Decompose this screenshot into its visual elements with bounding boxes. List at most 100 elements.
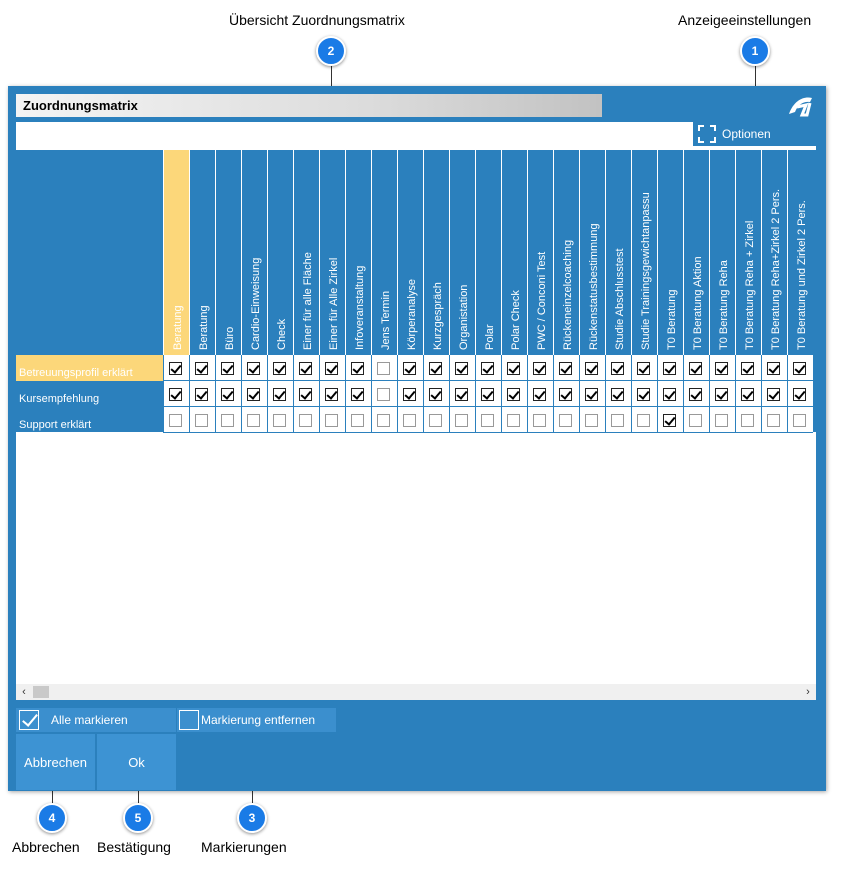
checkbox-unchecked[interactable] xyxy=(429,414,442,427)
column-header[interactable]: Polar xyxy=(475,150,501,355)
checkbox-checked[interactable] xyxy=(741,362,754,375)
column-header[interactable]: Jens Termin xyxy=(371,150,397,355)
checkbox-checked[interactable] xyxy=(221,362,234,375)
checkbox-checked[interactable] xyxy=(455,362,468,375)
checkbox-unchecked[interactable] xyxy=(637,414,650,427)
checkbox-checked[interactable] xyxy=(715,362,728,375)
checkbox-unchecked[interactable] xyxy=(611,414,624,427)
checkbox-checked[interactable] xyxy=(533,362,546,375)
checkbox-unchecked[interactable] xyxy=(377,362,390,375)
column-header[interactable]: Studie Abschlusstest xyxy=(605,150,631,355)
remove-marks-button[interactable]: Markierung entfernen xyxy=(176,708,336,732)
checkbox-checked[interactable] xyxy=(767,362,780,375)
checkbox-checked[interactable] xyxy=(325,362,338,375)
checkbox-checked[interactable] xyxy=(169,388,182,401)
checkbox-unchecked[interactable] xyxy=(559,414,572,427)
column-header[interactable]: Rückenstatusbestimmung xyxy=(579,150,605,355)
checkbox-checked[interactable] xyxy=(611,388,624,401)
cancel-button[interactable]: Abbrechen xyxy=(16,734,95,790)
column-header[interactable]: T0 Beratung Reha + Zirkel xyxy=(735,150,761,355)
checkbox-checked[interactable] xyxy=(637,362,650,375)
checkbox-unchecked[interactable] xyxy=(273,414,286,427)
checkbox-unchecked[interactable] xyxy=(299,414,312,427)
checkbox-checked[interactable] xyxy=(403,388,416,401)
options-button[interactable]: Optionen xyxy=(693,122,824,146)
checkbox-checked[interactable] xyxy=(195,362,208,375)
checkbox-checked[interactable] xyxy=(481,362,494,375)
row-label[interactable]: Support erklärt xyxy=(16,407,163,433)
checkbox-checked[interactable] xyxy=(663,362,676,375)
checkbox-checked[interactable] xyxy=(585,388,598,401)
checkbox-checked[interactable] xyxy=(507,388,520,401)
checkbox-unchecked[interactable] xyxy=(533,414,546,427)
column-header[interactable]: Studie Trainingsgewichtanpassu xyxy=(631,150,657,355)
checkbox-checked[interactable] xyxy=(637,388,650,401)
horizontal-scrollbar[interactable]: ‹ › xyxy=(16,684,816,700)
checkbox-checked[interactable] xyxy=(533,388,546,401)
column-header[interactable]: Einer für Alle Zirkel xyxy=(319,150,345,355)
checkbox-checked[interactable] xyxy=(273,362,286,375)
checkbox-checked[interactable] xyxy=(247,362,260,375)
column-header[interactable]: Büro xyxy=(215,150,241,355)
column-header[interactable]: Infoveranstaltung xyxy=(345,150,371,355)
checkbox-unchecked[interactable] xyxy=(455,414,468,427)
scroll-left-arrow-icon[interactable]: ‹ xyxy=(16,684,32,700)
mark-all-button[interactable]: Alle markieren xyxy=(16,708,176,732)
checkbox-checked[interactable] xyxy=(299,362,312,375)
column-header[interactable]: Körperanalyse xyxy=(397,150,423,355)
checkbox-unchecked[interactable] xyxy=(351,414,364,427)
checkbox-unchecked[interactable] xyxy=(169,414,182,427)
checkbox-checked[interactable] xyxy=(273,388,286,401)
column-header[interactable]: T0 Beratung xyxy=(657,150,683,355)
checkbox-checked[interactable] xyxy=(169,362,182,375)
checkbox-unchecked[interactable] xyxy=(403,414,416,427)
column-header[interactable]: Beratung xyxy=(163,150,189,355)
checkbox-checked[interactable] xyxy=(455,388,468,401)
column-header[interactable]: T0 Beratung Aktion xyxy=(683,150,709,355)
column-header[interactable]: Cardio-Einweisung xyxy=(241,150,267,355)
checkbox-checked[interactable] xyxy=(351,362,364,375)
checkbox-checked[interactable] xyxy=(611,362,624,375)
column-header[interactable]: Organistation xyxy=(449,150,475,355)
checkbox-unchecked[interactable] xyxy=(585,414,598,427)
column-header[interactable]: Rückeneinzelcoaching xyxy=(553,150,579,355)
checkbox-checked[interactable] xyxy=(221,388,234,401)
checkbox-checked[interactable] xyxy=(741,388,754,401)
column-header[interactable]: Polar Check xyxy=(501,150,527,355)
row-label[interactable]: Betreuungsprofil erklärt xyxy=(16,355,163,381)
checkbox-checked[interactable] xyxy=(663,414,676,427)
checkbox-checked[interactable] xyxy=(663,388,676,401)
checkbox-checked[interactable] xyxy=(585,362,598,375)
column-header[interactable]: Kurzgespräch xyxy=(423,150,449,355)
checkbox-unchecked[interactable] xyxy=(247,414,260,427)
checkbox-unchecked[interactable] xyxy=(481,414,494,427)
checkbox-unchecked[interactable] xyxy=(689,414,702,427)
checkbox-checked[interactable] xyxy=(715,388,728,401)
column-header[interactable]: T0 Beratung Reha xyxy=(709,150,735,355)
checkbox-checked[interactable] xyxy=(793,388,806,401)
scroll-thumb[interactable] xyxy=(33,686,49,698)
checkbox-unchecked[interactable] xyxy=(715,414,728,427)
column-header[interactable]: T0 Beratung Reha+Zirkel 2 Pers. xyxy=(761,150,787,355)
checkbox-checked[interactable] xyxy=(559,388,572,401)
ok-button[interactable]: Ok xyxy=(97,734,176,790)
checkbox-checked[interactable] xyxy=(689,362,702,375)
scroll-right-arrow-icon[interactable]: › xyxy=(800,684,816,700)
checkbox-unchecked[interactable] xyxy=(767,414,780,427)
checkbox-checked[interactable] xyxy=(325,388,338,401)
checkbox-checked[interactable] xyxy=(429,362,442,375)
checkbox-unchecked[interactable] xyxy=(221,414,234,427)
column-header[interactable]: Check xyxy=(267,150,293,355)
checkbox-checked[interactable] xyxy=(429,388,442,401)
checkbox-checked[interactable] xyxy=(299,388,312,401)
column-header[interactable]: PWC / Conconi Test xyxy=(527,150,553,355)
checkbox-checked[interactable] xyxy=(507,362,520,375)
column-header[interactable]: T0 Beratung und Zirkel 2 Pers. xyxy=(787,150,813,355)
checkbox-checked[interactable] xyxy=(767,388,780,401)
checkbox-unchecked[interactable] xyxy=(377,388,390,401)
checkbox-checked[interactable] xyxy=(195,388,208,401)
checkbox-unchecked[interactable] xyxy=(377,414,390,427)
row-label[interactable]: Kursempfehlung xyxy=(16,381,163,407)
checkbox-checked[interactable] xyxy=(481,388,494,401)
checkbox-unchecked[interactable] xyxy=(507,414,520,427)
